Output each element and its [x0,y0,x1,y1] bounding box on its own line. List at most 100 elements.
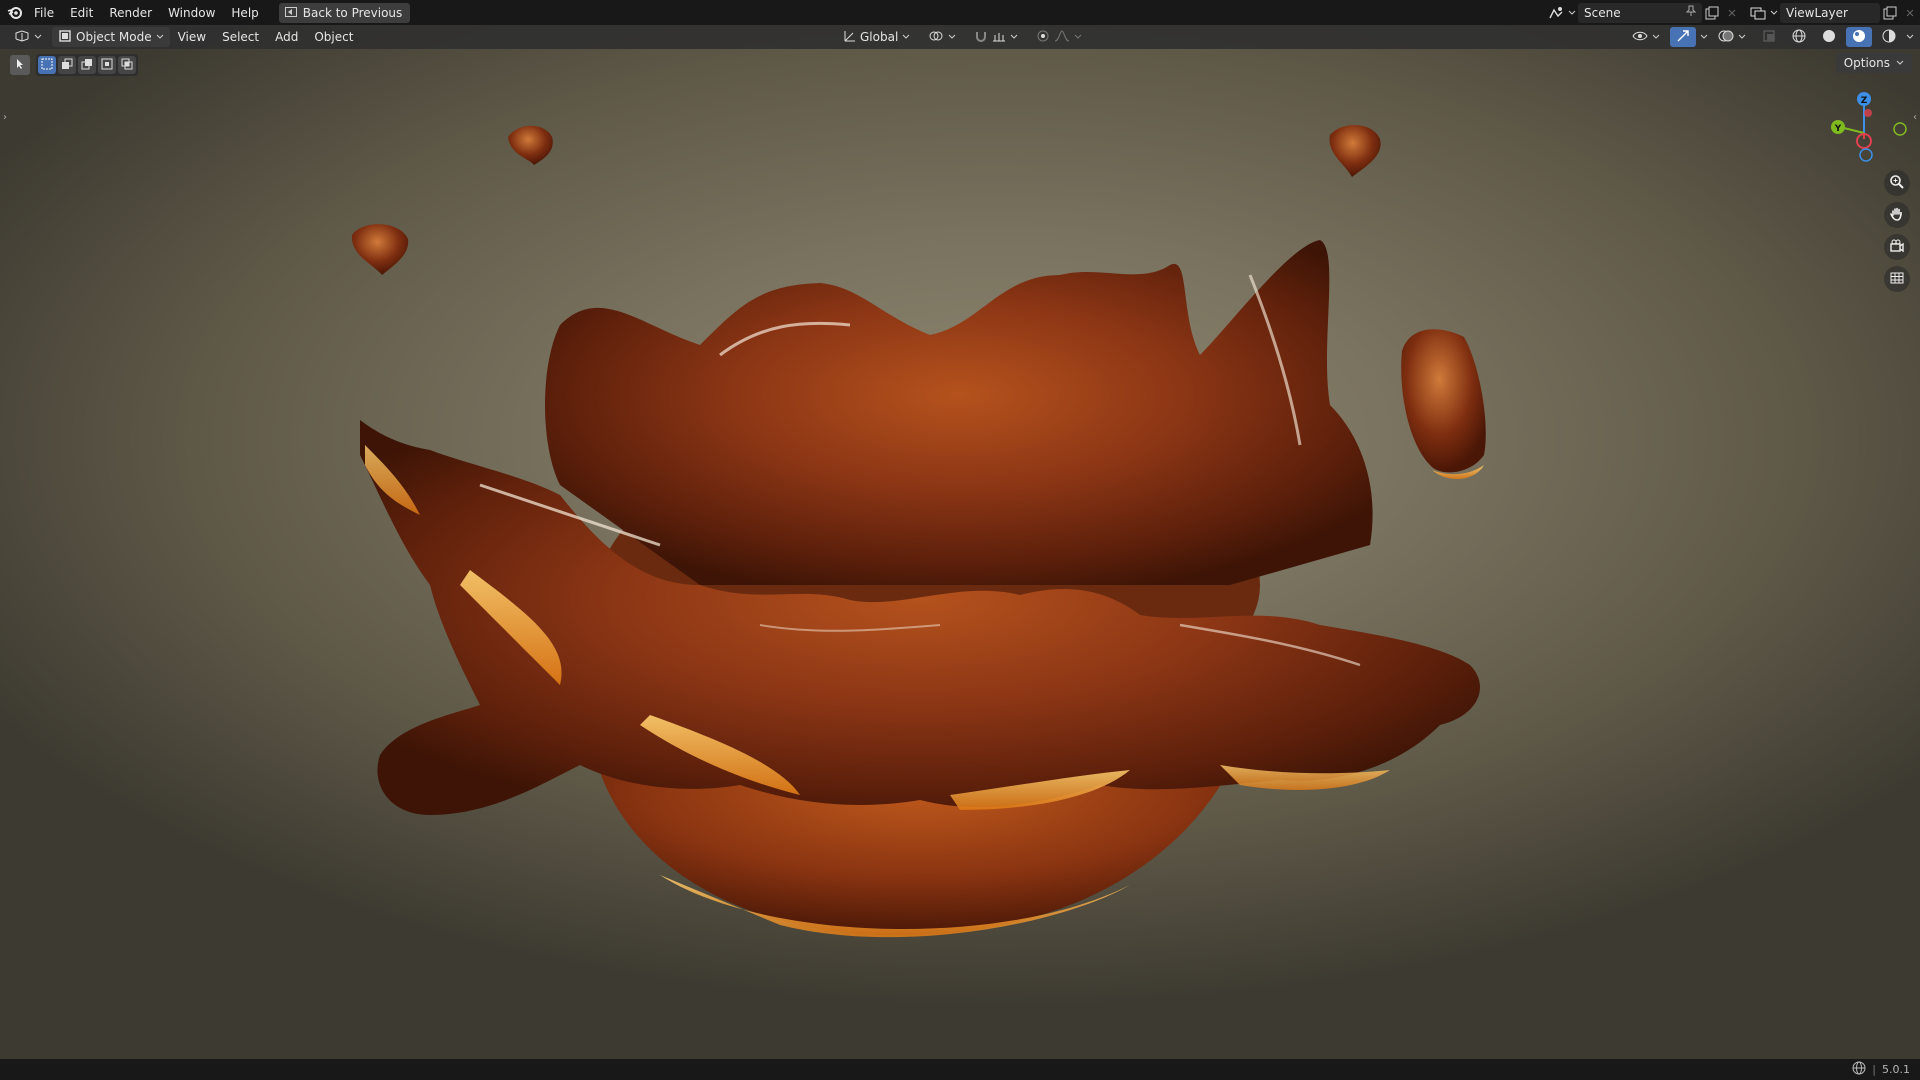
pan-button[interactable] [1884,202,1910,228]
magnet-icon [974,29,988,46]
wireframe-sphere-icon [1792,29,1806,46]
version-label: 5.0.1 [1882,1063,1910,1076]
scene-type-icon[interactable] [1546,3,1566,23]
viewport-menu-view[interactable]: View [170,26,214,48]
proportional-editing-toggle[interactable] [1030,27,1088,47]
overlays-toggle[interactable] [1712,27,1752,47]
options-dropdown[interactable]: Options [1835,53,1912,73]
shading-material-preview-button[interactable] [1846,27,1872,47]
zoom-magnifier-icon [1889,174,1905,193]
grid-icon [1889,270,1905,289]
select-extend-icon [61,58,73,73]
options-chevron-icon [1896,60,1904,65]
proportional-editing-icon [1036,29,1050,46]
select-new-button[interactable] [38,56,56,74]
select-tool-button[interactable] [10,55,30,75]
select-subtract-button[interactable] [78,56,96,74]
zoom-button[interactable] [1884,170,1910,196]
shading-chevron-icon[interactable] [1906,34,1914,40]
gizmo-toggle[interactable] [1670,27,1696,47]
droplet-3 [1329,124,1381,177]
menu-window[interactable]: Window [160,2,223,24]
status-bar: | 5.0.1 [0,1059,1920,1080]
navigation-gizmo[interactable]: Z Y [1828,87,1908,167]
overlays-chevron-icon [1738,34,1746,39]
menu-file[interactable]: File [26,2,62,24]
transform-orientation-dropdown[interactable]: Global [836,27,916,47]
menu-edit[interactable]: Edit [62,2,101,24]
view-layer-text: ViewLayer [1786,5,1848,20]
xray-toggle[interactable] [1756,27,1782,47]
droplet-4 [1401,329,1486,473]
pivot-chevron-icon [948,34,956,39]
toolbar-expand-arrow-icon[interactable]: › [0,107,10,127]
menu-help[interactable]: Help [223,2,266,24]
snap-chevron-icon [1010,34,1018,39]
back-to-previous-button[interactable]: Back to Previous [278,2,411,23]
gizmo-chevron-icon[interactable] [1700,34,1708,40]
editor-type-chevron-icon [34,34,42,39]
gizmo-neg-z-axis[interactable] [1859,148,1873,162]
scene-dropdown-chevron-icon[interactable] [1566,3,1578,23]
menu-render[interactable]: Render [101,2,160,24]
pivot-point-dropdown[interactable] [922,27,962,47]
viewport-menu-select[interactable]: Select [214,26,267,48]
viewport-header: Object Mode View Select Add Object Globa… [0,25,1920,49]
falloff-chevron-icon [1074,34,1082,39]
view-layer-field[interactable]: ViewLayer [1780,2,1880,23]
gizmo-z-label: Z [1861,96,1868,106]
options-label: Options [1843,56,1890,70]
select-new-icon [41,58,53,73]
shading-rendered-button[interactable] [1876,27,1902,47]
orientation-axes-icon [842,29,856,46]
orientation-chevron-icon [902,34,910,39]
droplet-2 [351,224,409,275]
gizmo-neg-y-axis[interactable] [1893,122,1907,136]
pin-icon[interactable] [1685,5,1697,20]
overlays-icon [1718,29,1734,46]
sidebar-expand-arrow-icon[interactable]: ‹ [1910,107,1920,127]
scene-name-field[interactable]: Scene [1578,2,1702,23]
camera-icon [1889,238,1905,257]
select-invert-button[interactable] [98,56,116,74]
delete-view-layer-icon[interactable] [1900,3,1920,23]
globe-icon[interactable] [1852,1061,1866,1078]
gizmo-neg-x-axis[interactable] [1864,109,1872,117]
cursor-arrow-icon [14,58,26,73]
orthographic-toggle-button[interactable] [1884,266,1910,292]
view-layer-dropdown-chevron-icon[interactable] [1768,3,1780,23]
select-intersect-icon [121,58,133,73]
shading-solid-button[interactable] [1816,27,1842,47]
camera-view-button[interactable] [1884,234,1910,260]
object-mode-dropdown[interactable]: Object Mode [52,27,170,47]
delete-scene-icon[interactable] [1722,3,1742,23]
snap-toggle[interactable] [968,27,1024,47]
view-layer-icon[interactable] [1748,3,1768,23]
3d-viewport[interactable]: Object Mode View Select Add Object Globa… [0,25,1920,1059]
select-subtract-icon [81,58,93,73]
transform-controls: Global [836,27,1088,47]
blender-logo-icon[interactable] [4,2,26,24]
gizmo-icon [1676,29,1690,46]
editor-type-button[interactable] [8,27,48,47]
new-scene-icon[interactable] [1702,3,1722,23]
top-bar: File Edit Render Window Help Back to Pre… [0,0,1920,25]
visibility-dropdown[interactable] [1626,27,1666,47]
select-extend-button[interactable] [58,56,76,74]
viewport-menu-add[interactable]: Add [267,26,306,48]
new-view-layer-icon[interactable] [1880,3,1900,23]
gizmo-y-label: Y [1834,124,1842,134]
select-intersect-button[interactable] [118,56,136,74]
snap-increment-icon [992,29,1006,46]
3d-view-icon [14,29,30,46]
solid-sphere-icon [1822,29,1836,46]
object-mode-label: Object Mode [76,30,152,44]
visibility-chevron-icon [1652,34,1660,39]
hand-icon [1889,206,1905,225]
viewport-menu-object[interactable]: Object [306,26,361,48]
xray-icon [1762,29,1776,46]
navigation-tools [1884,170,1910,292]
object-mode-chevron-icon [156,34,163,39]
shading-wireframe-button[interactable] [1786,27,1812,47]
falloff-curve-icon [1054,29,1070,46]
